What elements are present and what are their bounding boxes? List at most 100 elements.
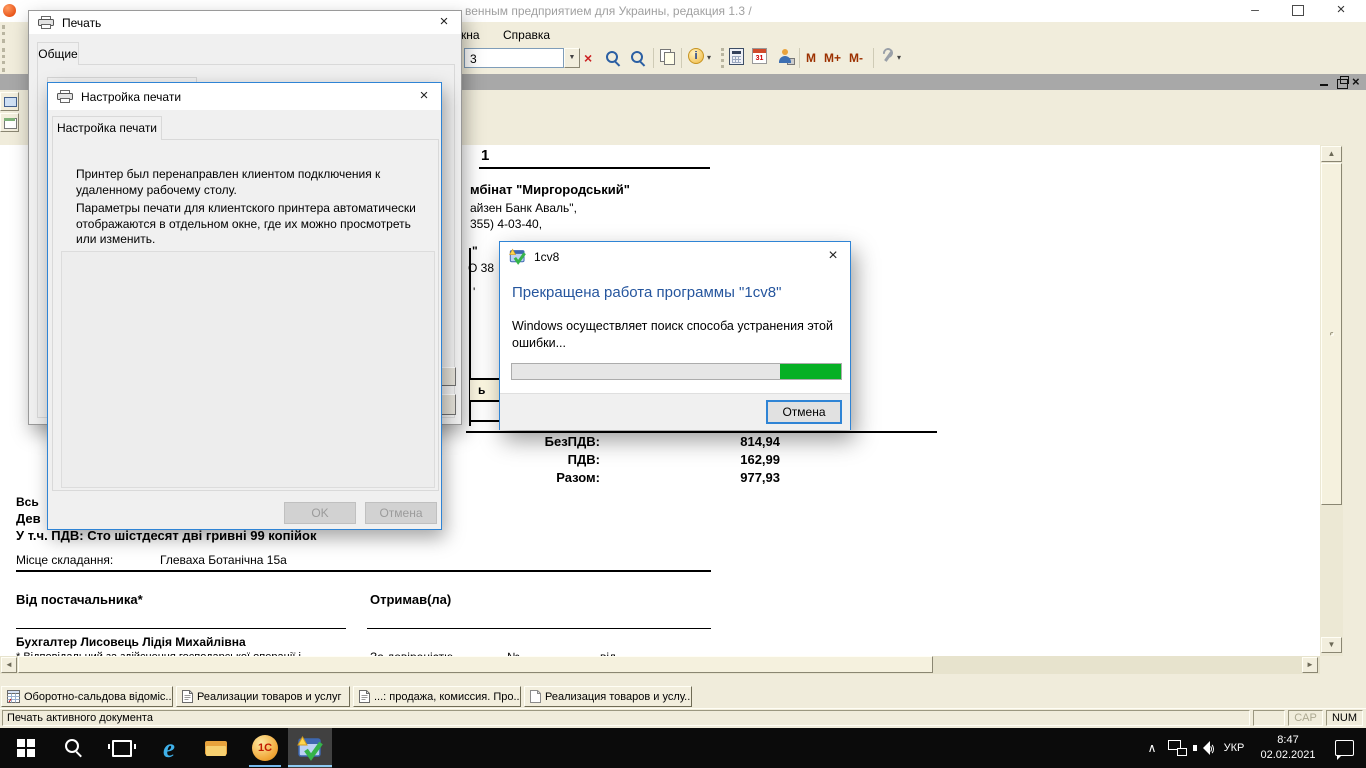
- error-dialog-title: 1cv8: [534, 250, 559, 264]
- cancel-button[interactable]: Отмена: [365, 502, 437, 524]
- error-report-taskbar-button[interactable]: [288, 728, 332, 768]
- child-minimize-icon[interactable]: [1320, 84, 1328, 86]
- tray-clock[interactable]: 8:47 02.02.2021: [1252, 728, 1324, 768]
- maximize-icon[interactable]: [1292, 5, 1304, 16]
- vertical-scrollbar[interactable]: ▲ ▼: [1320, 145, 1343, 656]
- memory-m-plus-button[interactable]: M+: [824, 51, 841, 65]
- print-setup-title: Настройка печати: [81, 90, 181, 104]
- wrench-dropdown-icon[interactable]: ▾: [897, 53, 901, 63]
- print-setup-close-icon[interactable]: ×: [407, 83, 441, 110]
- redirect-message: Принтер был перенаправлен клиентом подкл…: [76, 167, 398, 198]
- print-dialog-titlebar[interactable]: Печать: [29, 11, 461, 34]
- doc-rule: [479, 167, 710, 169]
- doc-receiver-header: Отримав(ла): [370, 592, 451, 608]
- find-next-icon[interactable]: [629, 49, 647, 67]
- print-dialog-tab-general[interactable]: Общие: [37, 42, 79, 65]
- window-tab-label: Реализации товаров и услуг: [197, 691, 341, 703]
- error-dialog-titlebar[interactable]: 1cv8: [500, 242, 850, 271]
- info-dropdown-icon[interactable]: ▾: [707, 53, 711, 63]
- total-value: 162,99: [640, 452, 780, 468]
- doc-signature-line: [367, 628, 711, 629]
- left-toolbar-icon-fragment-2[interactable]: [0, 113, 19, 132]
- memory-m-minus-button[interactable]: M-: [849, 51, 863, 65]
- document-icon: [182, 690, 193, 703]
- find-icon[interactable]: [604, 49, 622, 67]
- window-tab-label: Реализация товаров и услу...: [545, 691, 692, 703]
- info-icon[interactable]: i: [688, 48, 704, 64]
- toolbar-handle-2[interactable]: [2, 48, 5, 72]
- scroll-right-icon[interactable]: ►: [1302, 657, 1318, 673]
- error-dialog: 1cv8 × Прекращена работа программы "1cv8…: [499, 241, 851, 430]
- window-tab-realization-1[interactable]: Реализации товаров и услуг: [176, 686, 350, 707]
- calculator-icon[interactable]: [729, 48, 744, 65]
- speaker-icon: [1193, 740, 1215, 756]
- task-view-button[interactable]: [100, 728, 144, 768]
- progress-bar: [511, 363, 842, 380]
- toolbar-handle[interactable]: [2, 25, 5, 43]
- tray-chevron[interactable]: ∧: [1138, 728, 1166, 768]
- scroll-down-icon[interactable]: ▼: [1321, 637, 1342, 653]
- windows-logo-icon: [17, 739, 35, 757]
- doc-supplier-header: Від постачальника*: [16, 592, 143, 608]
- scroll-left-icon[interactable]: ◄: [1, 657, 17, 673]
- user-lock-icon[interactable]: [777, 49, 793, 65]
- tray-network[interactable]: [1164, 728, 1192, 768]
- status-message: Печать активного документа: [7, 712, 153, 724]
- horizontal-scrollbar-thumb[interactable]: [18, 656, 933, 673]
- toolbar-handle-3[interactable]: [721, 48, 724, 68]
- action-center-button[interactable]: [1326, 728, 1362, 768]
- tray-language[interactable]: УКР: [1216, 728, 1252, 768]
- total-label: Разом:: [440, 470, 600, 486]
- error-report-icon: [509, 248, 526, 265]
- search-button[interactable]: [52, 728, 96, 768]
- search-icon: [64, 738, 84, 758]
- left-toolbar-icon-fragment[interactable]: [0, 92, 19, 111]
- print-setup-titlebar[interactable]: Настройка печати: [48, 83, 441, 110]
- doc-fragment-vsyogo: Всь: [16, 495, 39, 509]
- doc-fragment-apostrophe: ': [473, 285, 475, 299]
- print-setup-tab[interactable]: Настройка печати: [52, 116, 162, 140]
- onec-app-button[interactable]: 1С: [243, 728, 287, 768]
- horizontal-scrollbar[interactable]: ◄ ►: [0, 656, 1320, 674]
- doc-place-value: Глеваха Ботанічна 15а: [160, 553, 287, 567]
- ok-button[interactable]: OK: [284, 502, 356, 524]
- tray-time: 8:47: [1277, 733, 1298, 748]
- combobox-dropdown-icon[interactable]: ▼: [564, 48, 580, 68]
- vertical-scrollbar-thumb[interactable]: [1321, 163, 1342, 505]
- window-tab-realization-2[interactable]: Реализация товаров и услу...: [524, 686, 692, 707]
- close-icon[interactable]: ×: [1326, 1, 1356, 19]
- error-dialog-close-icon[interactable]: ×: [816, 242, 850, 271]
- search-combobox[interactable]: 3: [464, 48, 564, 68]
- clear-icon[interactable]: ×: [584, 50, 592, 66]
- internet-explorer-icon: e: [163, 735, 175, 762]
- calendar-icon[interactable]: 31: [752, 48, 767, 64]
- tray-date: 02.02.2021: [1260, 748, 1315, 763]
- print-dialog-close-icon[interactable]: ×: [427, 11, 461, 34]
- tray-volume[interactable]: [1190, 728, 1218, 768]
- menu-item-windows[interactable]: кна: [461, 28, 480, 42]
- window-tab-prodazha[interactable]: ...: продажа, комиссия. Про...: [353, 686, 521, 707]
- file-explorer-button[interactable]: [195, 728, 239, 768]
- scroll-up-icon[interactable]: ▲: [1321, 146, 1342, 162]
- child-close-icon[interactable]: ×: [1352, 74, 1360, 89]
- error-heading: Прекращена работа программы "1cv8": [512, 284, 781, 301]
- active-indicator: [288, 765, 332, 767]
- settings-wrench-icon[interactable]: [880, 48, 896, 64]
- start-button[interactable]: [4, 728, 48, 768]
- cancel-button[interactable]: Отмена: [766, 400, 842, 424]
- doc-phone: 355) 4-03-40,: [470, 217, 542, 231]
- doc-table-header-cell: ь: [470, 378, 500, 402]
- language-indicator: УКР: [1224, 742, 1245, 754]
- memory-m-button[interactable]: M: [806, 51, 816, 65]
- minimize-icon[interactable]: –: [1240, 1, 1270, 18]
- window-tab-oborotka[interactable]: Оборотно-сальдова відоміс...: [1, 686, 173, 707]
- menu-item-help[interactable]: Справка: [503, 28, 550, 42]
- doc-accountant: Бухгалтер Лисовець Лідія Михайлівна: [16, 635, 246, 649]
- doc-vat-in-words: У т.ч. ПДВ: Сто шістдесят дві гривні 99 …: [16, 528, 317, 544]
- print-setup-dialog: Настройка печати × Настройка печати Прин…: [47, 82, 442, 530]
- folder-icon: [205, 739, 229, 758]
- copy-icon[interactable]: [659, 48, 677, 66]
- child-restore-icon[interactable]: [1337, 79, 1348, 89]
- printer-icon: [38, 16, 54, 29]
- internet-explorer-button[interactable]: e: [147, 728, 191, 768]
